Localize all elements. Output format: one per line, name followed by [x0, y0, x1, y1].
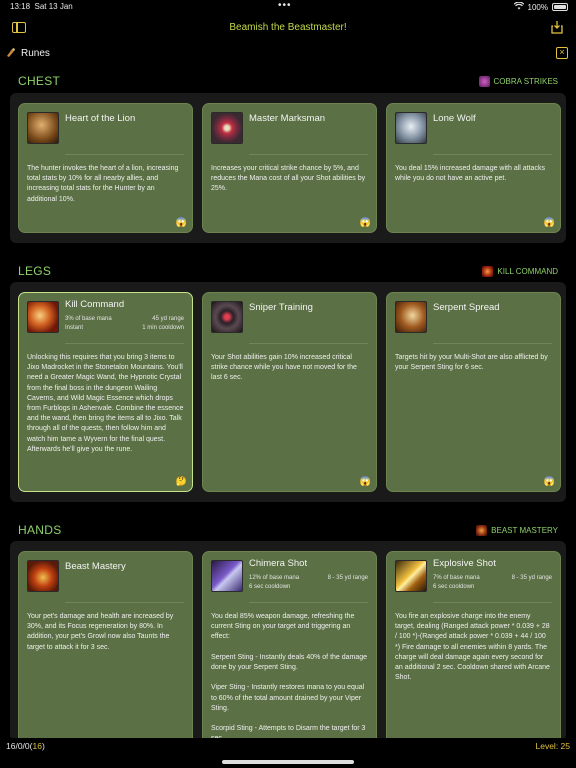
- battery-icon: [552, 3, 568, 11]
- rune-name: Kill Command: [65, 299, 125, 310]
- rune-meta-left: 3% of base mana Instant: [65, 316, 112, 331]
- wifi-icon: [513, 1, 524, 12]
- battery-percent: 100%: [527, 2, 548, 12]
- lone-wolf-icon: [395, 112, 427, 144]
- rune-name: Explosive Shot: [433, 558, 496, 569]
- master-marksman-icon: [211, 112, 243, 144]
- divider: [433, 602, 552, 603]
- cobra-strikes-icon: [478, 76, 490, 87]
- page-title: Beamish the Beastmaster!: [229, 22, 347, 33]
- rune-meta-right: 45 yd range 1 min cooldown: [142, 316, 184, 331]
- status-right: 100%: [513, 1, 568, 12]
- divider: [249, 602, 368, 603]
- rune-description: The hunter invokes the heart of a lion, …: [27, 165, 179, 203]
- rune-description: You deal 15% increased damage with all a…: [395, 165, 545, 183]
- reaction-icon[interactable]: 😱: [360, 217, 371, 228]
- runes-icon: [6, 47, 16, 61]
- divider: [249, 343, 368, 344]
- reaction-icon[interactable]: 😱: [176, 217, 187, 228]
- rune-name: Serpent Spread: [433, 302, 500, 313]
- rune-description: Your pet's damage and health are increas…: [27, 613, 174, 651]
- beast-mastery-icon: [27, 560, 59, 592]
- multitasking-dots[interactable]: •••: [278, 0, 292, 11]
- section-badge[interactable]: COBRA STRIKES: [478, 76, 558, 87]
- rune-name: Master Marksman: [249, 113, 326, 124]
- rune-name: Sniper Training: [249, 302, 313, 313]
- status-time: 13:18 Sat 13 Jan: [10, 2, 73, 11]
- section-title: LEGS: [18, 264, 52, 278]
- chimera-shot-icon: [211, 560, 243, 592]
- status-bar: 13:18 Sat 13 Jan ••• 100%: [0, 0, 576, 14]
- rune-card[interactable]: Explosive Shot 7% of base mana 6 sec cool…: [386, 551, 561, 746]
- heart-of-the-lion-icon: [27, 112, 59, 144]
- section-title: CHEST: [18, 74, 61, 88]
- section-badge-label: BEAST MASTERY: [491, 526, 558, 535]
- section-title: HANDS: [18, 523, 62, 537]
- kill-command-icon: [482, 266, 494, 277]
- rune-card[interactable]: Serpent Spread Targets hit by your Multi…: [386, 292, 561, 492]
- rune-card[interactable]: Chimera Shot 12% of base mana 6 sec coold…: [202, 551, 377, 746]
- rune-name: Heart of the Lion: [65, 113, 136, 124]
- beast-mastery-icon: [476, 525, 488, 536]
- rune-description: Unlocking this requires that you bring 3…: [27, 354, 184, 453]
- rune-meta-right: 8 - 35 yd range: [327, 575, 368, 581]
- divider: [65, 343, 184, 344]
- divider: [249, 154, 368, 155]
- section-header-hands: HANDS BEAST MASTERY: [0, 523, 576, 539]
- talent-points: 16/0/0(16): [6, 741, 45, 751]
- rune-description: Your Shot abilities gain 10% increased c…: [211, 354, 357, 382]
- rune-meta-right: 8 - 35 yd range: [511, 575, 552, 581]
- rune-description: Increases your critical strike chance by…: [211, 165, 366, 193]
- rune-name: Chimera Shot: [249, 558, 308, 569]
- section-header-chest: CHEST COBRA STRIKES: [0, 74, 576, 90]
- section-legs: Kill Command 3% of base mana Instant 45 y…: [10, 282, 566, 502]
- reaction-icon[interactable]: 😱: [544, 217, 555, 228]
- serpent-spread-icon: [395, 301, 427, 333]
- rune-card[interactable]: Master Marksman Increases your critical …: [202, 103, 377, 233]
- reaction-icon[interactable]: 😱: [544, 476, 555, 487]
- home-indicator[interactable]: [222, 760, 354, 764]
- runes-bar: Runes ×: [0, 44, 576, 64]
- sniper-training-icon: [211, 301, 243, 333]
- rune-meta-left: 7% of base mana 6 sec cooldown: [433, 575, 480, 590]
- rune-card[interactable]: Lone Wolf You deal 15% increased damage …: [386, 103, 561, 233]
- divider: [433, 154, 552, 155]
- explosive-shot-icon: [395, 560, 427, 592]
- divider: [65, 154, 184, 155]
- rune-card[interactable]: Sniper Training Your Shot abilities gain…: [202, 292, 377, 492]
- section-badge-label: COBRA STRIKES: [493, 77, 558, 86]
- rune-description: Targets hit by your Multi-Shot are also …: [395, 354, 548, 372]
- share-icon[interactable]: [550, 20, 564, 34]
- level-indicator: Level: 25: [535, 741, 571, 751]
- divider: [65, 602, 184, 603]
- navigation-bar: Beamish the Beastmaster!: [0, 14, 576, 42]
- section-chest: Heart of the Lion The hunter invokes the…: [10, 93, 566, 243]
- reaction-icon[interactable]: 🤔: [176, 476, 187, 487]
- runes-title: Runes: [21, 48, 50, 59]
- section-badge[interactable]: KILL COMMAND: [482, 266, 558, 277]
- rune-card-selected[interactable]: Kill Command 3% of base mana Instant 45 y…: [18, 292, 193, 492]
- divider: [433, 343, 552, 344]
- kill-command-icon: [27, 301, 59, 333]
- rune-name: Lone Wolf: [433, 113, 476, 124]
- rune-name: Beast Mastery: [65, 561, 126, 572]
- section-hands: Beast Mastery Your pet's damage and heal…: [10, 541, 566, 746]
- rune-description: You deal 85% weapon damage, refreshing t…: [211, 613, 368, 742]
- section-header-legs: LEGS KILL COMMAND: [0, 264, 576, 280]
- reaction-icon[interactable]: 😱: [360, 476, 371, 487]
- section-badge-label: KILL COMMAND: [497, 267, 558, 276]
- rune-description: You fire an explosive charge into the en…: [395, 613, 550, 682]
- rune-meta-left: 12% of base mana 6 sec cooldown: [249, 575, 300, 590]
- section-badge[interactable]: BEAST MASTERY: [476, 525, 558, 536]
- close-icon[interactable]: ×: [556, 47, 568, 59]
- rune-card[interactable]: Beast Mastery Your pet's damage and heal…: [18, 551, 193, 746]
- rune-card[interactable]: Heart of the Lion The hunter invokes the…: [18, 103, 193, 233]
